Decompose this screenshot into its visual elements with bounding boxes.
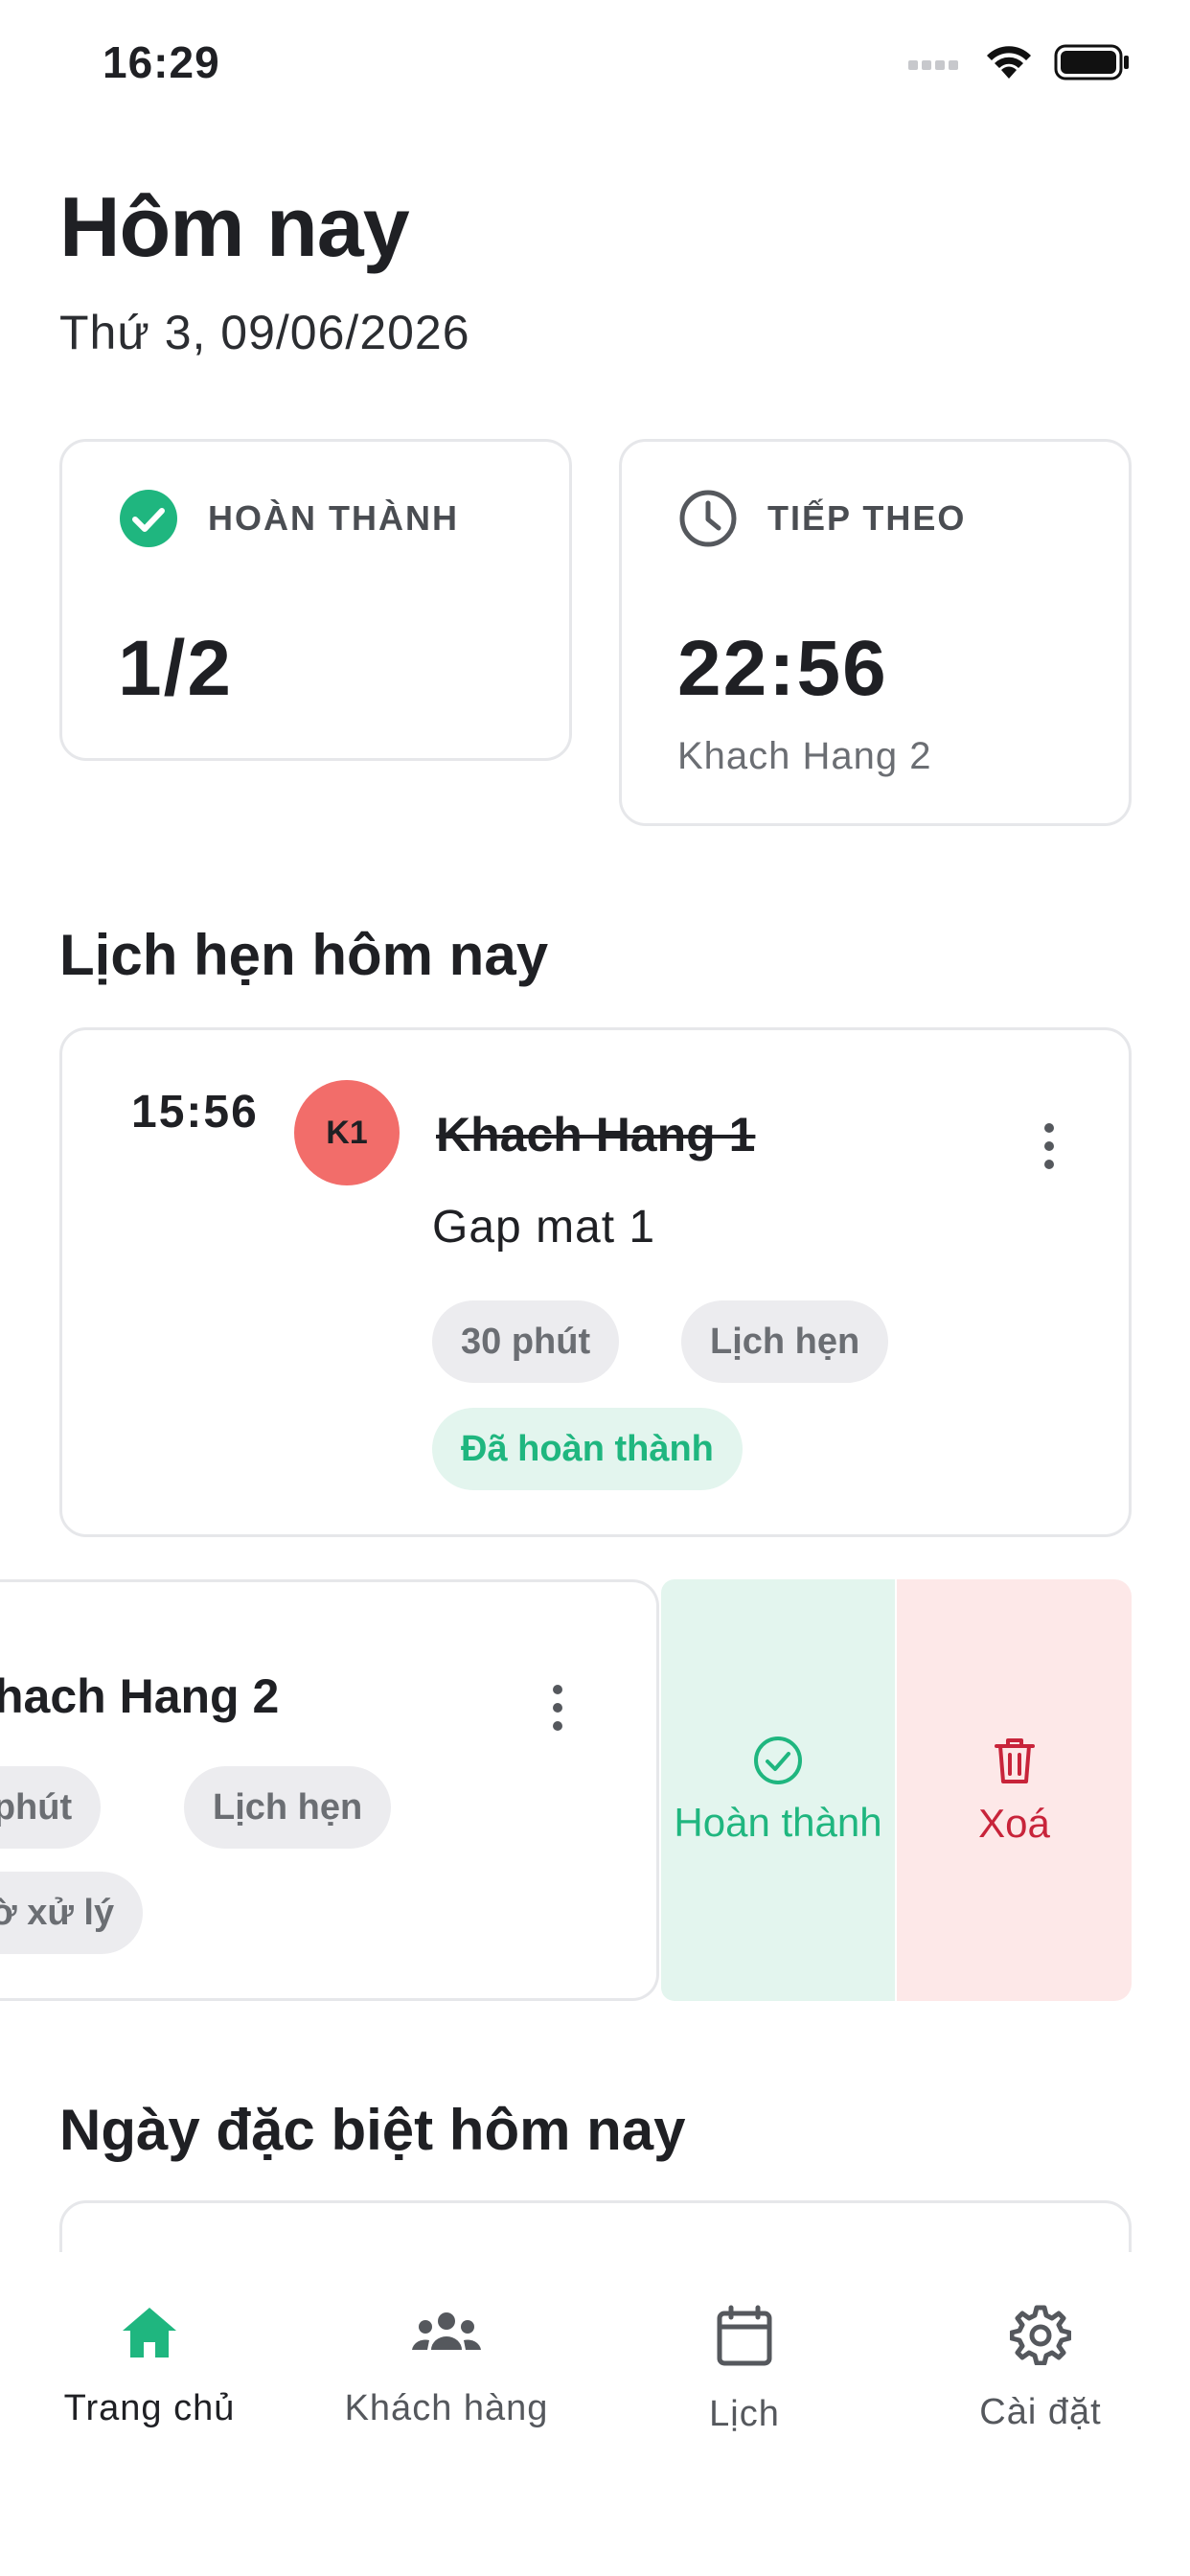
- avatar: K1: [294, 1080, 400, 1185]
- complete-action-label: Hoàn thành: [674, 1800, 882, 1845]
- gear-icon: [1010, 2305, 1071, 2365]
- tab-label: Cài đặt: [979, 2392, 1102, 2432]
- check-circle-icon: [120, 490, 177, 547]
- tab-label: Lịch: [709, 2394, 780, 2434]
- delete-action-label: Xoá: [978, 1801, 1050, 1846]
- completed-stat-card: HOÀN THÀNH 1/2: [59, 439, 572, 761]
- completed-label: HOÀN THÀNH: [208, 498, 459, 538]
- special-days-section-title: Ngày đặc biệt hôm nay: [59, 2098, 686, 2162]
- appointment-card[interactable]: 15:56 K1 Khach Hang 1 Gap mat 1 30 phút …: [59, 1027, 1132, 1537]
- group-icon: [412, 2312, 481, 2350]
- trash-icon: [994, 1738, 1035, 1783]
- battery-icon: [1054, 44, 1129, 80]
- tab-label: Khách hàng: [344, 2388, 549, 2428]
- type-chip: Lịch hẹn: [184, 1766, 392, 1849]
- appointment-customer-name: hach Hang 2: [0, 1669, 280, 1723]
- status-bar: 16:29: [0, 0, 1190, 134]
- more-options-icon[interactable]: [538, 1674, 577, 1741]
- status-icons: [906, 44, 1131, 80]
- duration-chip: 30 phút: [0, 1766, 102, 1849]
- tab-bar: Trang chủ Khách hàng Lịch Cài đặt: [0, 2252, 1190, 2576]
- duration-chip: 30 phút: [432, 1300, 620, 1383]
- completed-value: 1/2: [118, 625, 233, 712]
- tab-customers[interactable]: Khách hàng: [298, 2304, 595, 2429]
- next-stat-card: TIẾP THEO 22:56 Khach Hang 2: [619, 439, 1132, 826]
- next-customer: Khach Hang 2: [677, 735, 932, 777]
- wifi-icon: [987, 46, 1031, 79]
- status-badge: Chờ xử lý: [0, 1872, 144, 1954]
- appointments-section-title: Lịch hẹn hôm nay: [59, 923, 549, 987]
- page-date: Thứ 3, 09/06/2026: [59, 306, 470, 359]
- next-time: 22:56: [677, 625, 888, 712]
- tab-calendar[interactable]: Lịch: [596, 2304, 893, 2435]
- check-circle-outline-icon: [754, 1736, 802, 1784]
- page-title: Hôm nay: [59, 179, 410, 274]
- more-options-icon[interactable]: [1030, 1113, 1068, 1180]
- complete-action-button[interactable]: Hoàn thành: [661, 1579, 895, 2001]
- tab-home[interactable]: Trang chủ: [1, 2304, 298, 2429]
- status-time: 16:29: [103, 37, 220, 87]
- calendar-icon: [717, 2305, 772, 2366]
- tab-settings[interactable]: Cài đặt: [892, 2304, 1189, 2433]
- appointment-time: 15:56: [131, 1087, 259, 1138]
- next-label: TIẾP THEO: [767, 498, 967, 538]
- status-badge: Đã hoàn thành: [432, 1408, 743, 1490]
- appointment-note: Gap mat 1: [432, 1202, 656, 1253]
- signal-icon: [908, 60, 958, 70]
- type-chip: Lịch hẹn: [681, 1300, 889, 1383]
- appointment-card[interactable]: hach Hang 2 30 phút Lịch hẹn Chờ xử lý: [0, 1579, 659, 2001]
- home-icon: [123, 2308, 176, 2358]
- appointment-customer-name: Khach Hang 1: [436, 1108, 756, 1162]
- delete-action-button[interactable]: Xoá: [897, 1579, 1132, 2001]
- tab-label: Trang chủ: [63, 2388, 236, 2428]
- clock-icon: [679, 490, 737, 547]
